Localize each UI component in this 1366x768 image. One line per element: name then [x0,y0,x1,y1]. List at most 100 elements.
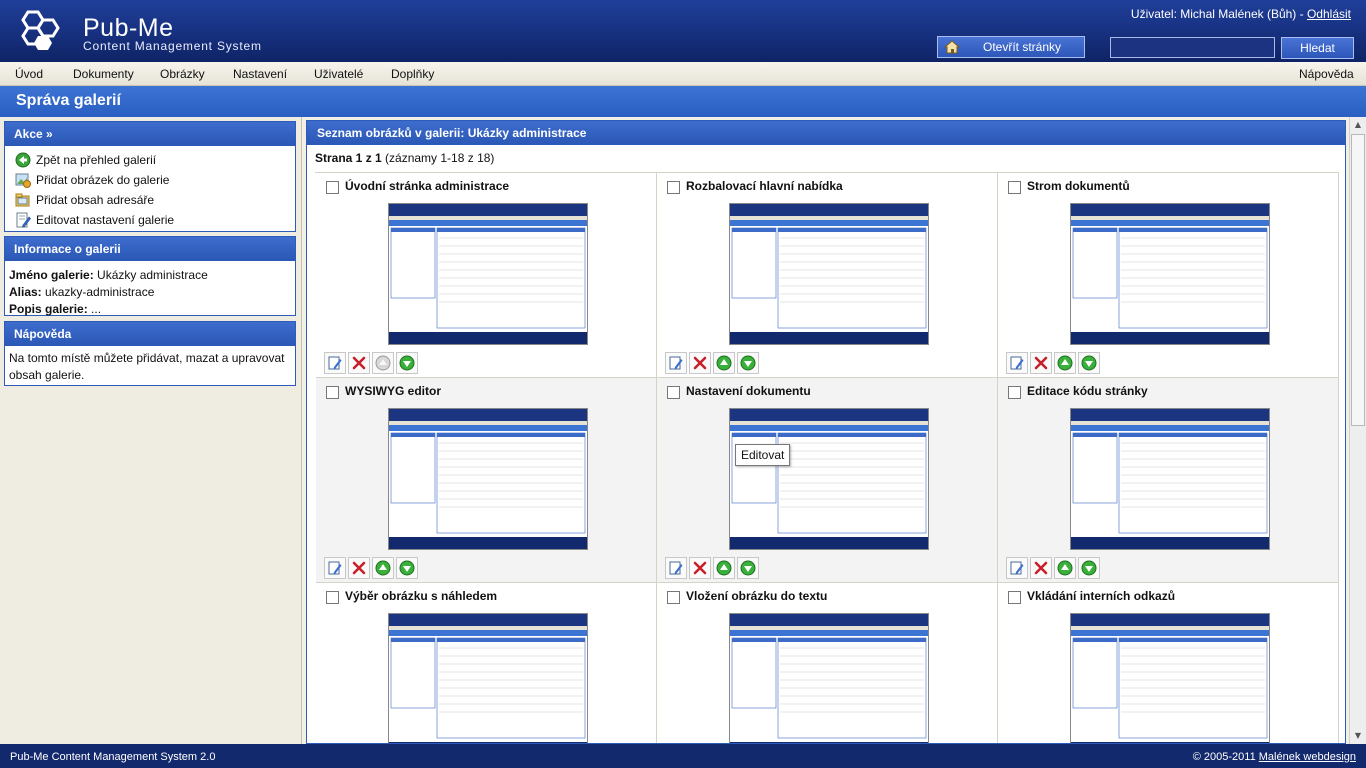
home-icon [944,40,960,54]
page-title: Správa galerií [16,92,121,109]
edit-icon [328,356,342,370]
select-checkbox[interactable] [326,181,339,194]
move-down-icon [399,560,415,576]
select-checkbox[interactable] [667,181,680,194]
item-toolbar [1006,352,1102,374]
search-input[interactable] [1110,37,1275,58]
move-up-button[interactable] [713,557,735,579]
move-up-button[interactable] [1054,352,1076,374]
item-toolbar [665,352,761,374]
menu-item-uvod[interactable]: Úvod [15,67,43,81]
move-down-icon [740,355,756,371]
move-up-icon [375,355,391,371]
image-thumbnail[interactable] [388,408,588,550]
move-down-button[interactable] [396,352,418,374]
image-thumbnail[interactable] [1070,203,1270,345]
move-up-button[interactable] [372,352,394,374]
action-add-image[interactable]: Přidat obrázek do galerie [9,170,291,190]
move-up-button[interactable] [372,557,394,579]
page-label: Strana 1 z 1 [315,151,382,165]
search-button[interactable]: Hledat [1281,37,1354,59]
menu-item-dokumenty[interactable]: Dokumenty [73,67,134,81]
select-checkbox[interactable] [1008,181,1021,194]
edit-button[interactable] [665,352,687,374]
gallery-name-label: Jméno galerie: [9,268,94,282]
image-thumbnail[interactable] [729,408,929,550]
page-scrollbar[interactable]: ▲ ▼ [1349,117,1366,744]
menu-item-napoveda[interactable]: Nápověda [1299,67,1354,81]
help-title: Nápověda [5,322,295,346]
image-thumbnail[interactable] [388,203,588,345]
image-thumbnail[interactable] [729,613,929,743]
edit-button[interactable] [324,557,346,579]
delete-button[interactable] [689,557,711,579]
move-up-icon [375,560,391,576]
scrollbar-thumb[interactable] [1351,134,1365,426]
edit-icon [328,561,342,575]
menu-item-obrazky[interactable]: Obrázky [160,67,205,81]
image-thumbnail[interactable] [1070,613,1270,743]
open-pages-button[interactable]: Otevřít stránky [937,36,1085,58]
logout-link[interactable]: Odhlásit [1307,7,1351,21]
select-checkbox[interactable] [326,386,339,399]
delete-button[interactable] [689,352,711,374]
action-add-folder[interactable]: Přidat obsah adresáře [9,190,291,210]
move-down-icon [1081,560,1097,576]
select-checkbox[interactable] [326,591,339,604]
thumbnail-preview-icon [389,614,587,743]
footer-link[interactable]: Malének webdesign [1259,751,1356,763]
menu-item-nastaveni[interactable]: Nastavení [233,67,287,81]
move-down-icon [740,560,756,576]
move-down-button[interactable] [396,557,418,579]
edit-button[interactable] [665,557,687,579]
move-up-button[interactable] [713,352,735,374]
gallery-name-value: Ukázky administrace [93,268,208,282]
thumbnail-preview-icon [730,614,928,743]
edit-button[interactable] [1006,352,1028,374]
delete-icon [693,356,707,370]
gallery-item: Vkládání interních odkazů [998,583,1339,743]
image-thumbnail[interactable] [729,203,929,345]
select-checkbox[interactable] [667,386,680,399]
copyright-text: © 2005-2011 [1192,751,1259,763]
user-info: Uživatel: Michal Malének (Bůh) - Odhlási… [1131,7,1351,21]
move-down-button[interactable] [1078,352,1100,374]
edit-button[interactable] [1006,557,1028,579]
action-label: Přidat obsah adresáře [36,193,155,207]
select-checkbox[interactable] [667,591,680,604]
delete-button[interactable] [1030,557,1052,579]
delete-button[interactable] [1030,352,1052,374]
scroll-up-arrow-icon[interactable]: ▲ [1350,117,1366,133]
gallery-item: WYSIWYG editor [316,378,657,583]
gallery-alias: Alias: ukazky-administrace [9,284,291,301]
tooltip: Editovat [735,444,791,466]
menu-item-doplnky[interactable]: Doplňky [391,67,434,81]
gallery-item-title: Editace kódu stránky [1027,384,1148,398]
move-up-button[interactable] [1054,557,1076,579]
delete-icon [352,356,366,370]
move-down-button[interactable] [737,352,759,374]
scroll-down-arrow-icon[interactable]: ▼ [1350,728,1366,744]
edit-button[interactable] [324,352,346,374]
menu-item-uzivatele[interactable]: Uživatelé [314,67,363,81]
image-thumbnail[interactable] [388,613,588,743]
delete-button[interactable] [348,352,370,374]
action-label: Editovat nastavení galerie [36,213,175,227]
gallery-item: Strom dokumentů [998,173,1339,378]
action-edit-settings[interactable]: Editovat nastavení galerie [9,210,291,230]
move-down-button[interactable] [737,557,759,579]
item-toolbar [324,352,420,374]
move-up-icon [716,560,732,576]
move-down-button[interactable] [1078,557,1100,579]
thumbnail-preview-icon [389,204,587,344]
thumbnail-preview-icon [1071,409,1269,549]
delete-button[interactable] [348,557,370,579]
image-thumbnail[interactable] [1070,408,1270,550]
gallery-info-box: Informace o galerii Jméno galerie: Ukázk… [4,236,296,316]
select-checkbox[interactable] [1008,386,1021,399]
move-down-icon [399,355,415,371]
action-back-to-galleries[interactable]: Zpět na přehled galerií [9,150,291,170]
gallery-info-title: Informace o galerii [5,237,295,261]
delete-icon [693,561,707,575]
select-checkbox[interactable] [1008,591,1021,604]
